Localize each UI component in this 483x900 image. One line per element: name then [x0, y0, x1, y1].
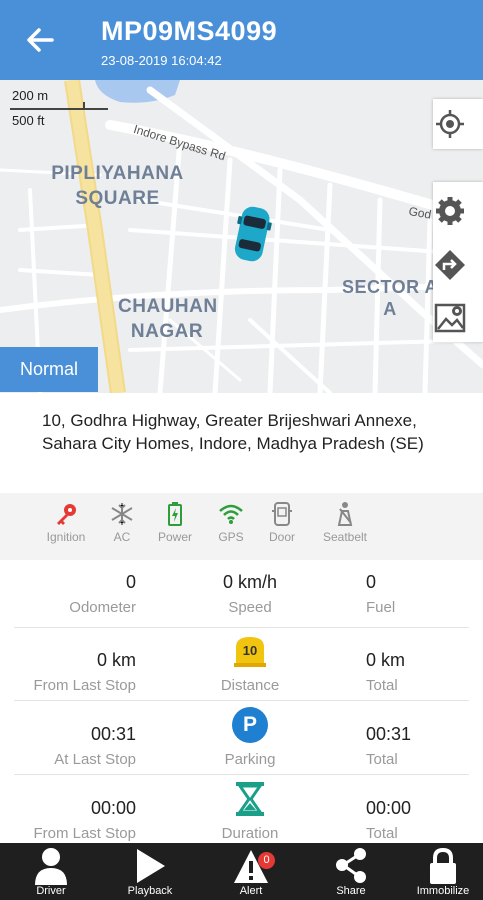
vehicle-address: 10, Godhra Highway, Greater Brijeshwari …: [0, 393, 483, 493]
stats-row-parking: 00:31 At Last Stop P Parking 00:31 Total: [0, 701, 483, 775]
speed-label: Speed: [228, 599, 272, 616]
distance-label: Distance: [220, 677, 280, 694]
door-icon: [272, 502, 292, 526]
at-last-stop-label: At Last Stop: [54, 751, 136, 768]
nav-alert-label: Alert: [239, 885, 263, 897]
snowflake-icon: [111, 503, 133, 525]
status-ignition: Ignition: [38, 501, 94, 544]
map-label-pipliyahana: PIPLIYAHANA SQUARE: [51, 163, 184, 209]
driver-person-icon: [35, 848, 67, 885]
fuel-label: Fuel: [366, 599, 396, 616]
lock-icon: [430, 847, 456, 884]
total-parking-label: Total: [366, 751, 398, 768]
battery-icon: [168, 502, 182, 526]
alert-count-badge: 0: [258, 852, 275, 869]
last-update-timestamp: 23-08-2019 16:04:42: [101, 53, 222, 68]
scale-bar: [10, 108, 108, 110]
my-location-icon[interactable]: [433, 107, 467, 141]
status-seatbelt: Seatbelt: [316, 501, 374, 544]
parking-label: Parking: [224, 751, 276, 768]
from-last-stop-distance-value: 0 km: [96, 650, 136, 670]
nav-alert[interactable]: 0 Alert: [203, 843, 299, 900]
map-layers-icon[interactable]: [433, 300, 467, 334]
scale-imperial-label: 500 ft: [12, 113, 45, 128]
key-icon: [57, 504, 76, 525]
bottom-navigation: Driver Playback 0 Alert Share Immobilize: [0, 843, 483, 900]
wifi-icon: [219, 504, 243, 524]
nav-share[interactable]: Share: [303, 843, 399, 900]
stats-row-odometer: 0 Odometer 0 km/h Speed 0 Fuel: [0, 560, 483, 628]
nav-share-label: Share: [336, 885, 366, 897]
total-parking-value: 00:31: [366, 724, 412, 744]
duration-label: Duration: [221, 825, 279, 842]
locate-panel: [433, 99, 483, 149]
status-door: Door: [264, 501, 300, 544]
total-duration-value: 00:00: [366, 798, 412, 818]
total-distance-value: 0 km: [366, 650, 406, 670]
status-door-label: Door: [268, 530, 295, 544]
share-icon: [336, 848, 366, 883]
nav-driver[interactable]: Driver: [3, 843, 99, 900]
app-header: MP09MS4099 23-08-2019 16:04:42: [0, 0, 483, 80]
odometer-label: Odometer: [69, 599, 136, 616]
speed-value: 0 km/h: [222, 572, 278, 592]
scale-metric-label: 200 m: [12, 88, 49, 103]
status-ac-label: AC: [113, 530, 131, 544]
total-distance-label: Total: [366, 677, 398, 694]
stats-row-distance: 0 km From Last Stop 10 Distance 0 km Tot…: [0, 628, 483, 701]
nav-driver-label: Driver: [36, 885, 66, 897]
status-ac: AC: [104, 501, 140, 544]
nav-playback[interactable]: Playback: [102, 843, 198, 900]
seatbelt-icon: [337, 502, 353, 526]
at-last-stop-value: 00:31: [90, 724, 136, 744]
nav-immobilize[interactable]: Immobilize: [403, 843, 483, 900]
status-indicators: Ignition AC Power GPS Door Seatbelt: [0, 493, 483, 560]
from-last-stop-duration-label: From Last Stop: [33, 825, 136, 842]
status-gps-label: GPS: [218, 530, 244, 544]
status-power: Power: [152, 501, 198, 544]
play-icon: [137, 849, 165, 883]
distance-icon-text: 10: [242, 643, 258, 658]
status-ignition-label: Ignition: [46, 530, 86, 544]
parking-icon: P: [232, 707, 268, 743]
odometer-value: 0: [125, 572, 136, 592]
map-mode-button[interactable]: Normal: [0, 347, 98, 392]
settings-gear-icon[interactable]: [433, 194, 467, 228]
status-gps: GPS: [213, 501, 249, 544]
back-arrow-icon[interactable]: [22, 22, 58, 58]
map-tools-panel: [433, 182, 483, 342]
map-label-chauhan: CHAUHAN NAGAR: [118, 296, 218, 342]
nav-immobilize-label: Immobilize: [416, 885, 470, 897]
total-duration-label: Total: [366, 825, 398, 842]
stats-panel: 0 Odometer 0 km/h Speed 0 Fuel 0 km From…: [0, 560, 483, 843]
scale-tick: [83, 102, 85, 110]
nav-playback-label: Playback: [127, 885, 173, 897]
directions-icon[interactable]: [433, 248, 467, 282]
map-label-sector: SECTOR A A: [341, 277, 438, 319]
map-view[interactable]: 200 m 500 ft Indore Bypass Rd God PIPLIY…: [0, 80, 483, 393]
from-last-stop-distance-label: From Last Stop: [33, 677, 136, 694]
status-power-label: Power: [157, 530, 192, 544]
fuel-value: 0: [366, 572, 377, 592]
status-seatbelt-label: Seatbelt: [322, 530, 368, 544]
hourglass-icon: [236, 782, 264, 816]
from-last-stop-duration-value: 00:00: [90, 798, 136, 818]
stats-row-duration: 00:00 From Last Stop Duration 00:00 Tota…: [0, 775, 483, 843]
vehicle-number-title: MP09MS4099: [101, 16, 278, 46]
